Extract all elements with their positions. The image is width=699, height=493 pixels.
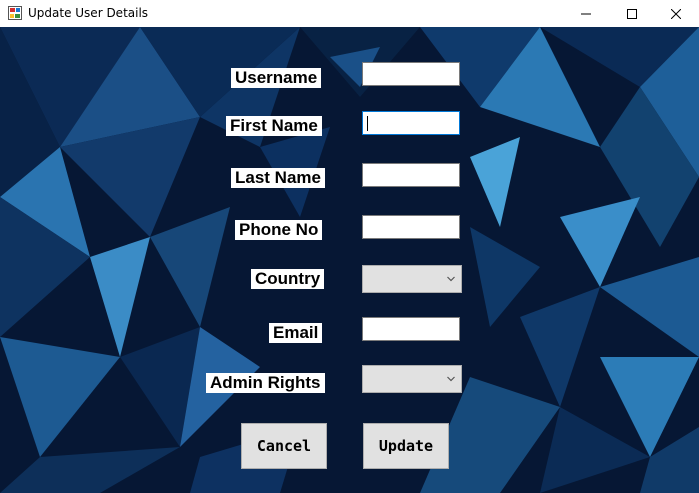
username-label: Username: [231, 68, 322, 88]
title-bar: Update User Details: [0, 0, 699, 27]
country-label: Country: [251, 269, 325, 289]
minimize-icon: [581, 13, 591, 14]
admin-rights-label: Admin Rights: [206, 373, 325, 393]
form-client-area: Username First Name Last Name Phone No C…: [0, 27, 699, 493]
username-input[interactable]: [362, 62, 460, 86]
chevron-down-icon: [447, 276, 455, 282]
phone-label: Phone No: [235, 220, 323, 240]
close-icon: [671, 8, 681, 19]
email-input[interactable]: [362, 317, 460, 341]
maximize-icon: [627, 8, 637, 19]
phone-input[interactable]: [362, 215, 460, 239]
polygon-background: [0, 27, 699, 493]
chevron-down-icon: [447, 376, 455, 382]
minimize-button[interactable]: [563, 0, 609, 27]
app-form-icon: [8, 6, 22, 20]
first-name-input[interactable]: [362, 111, 460, 135]
country-select[interactable]: [362, 265, 462, 293]
last-name-input[interactable]: [362, 163, 460, 187]
cancel-button[interactable]: Cancel: [241, 423, 327, 469]
email-label: Email: [269, 323, 323, 343]
update-button[interactable]: Update: [363, 423, 449, 469]
text-caret: [367, 116, 368, 131]
admin-rights-select[interactable]: [362, 365, 462, 393]
close-button[interactable]: [653, 0, 699, 27]
first-name-label: First Name: [226, 116, 322, 136]
window-title: Update User Details: [28, 6, 149, 20]
maximize-button[interactable]: [609, 0, 655, 27]
last-name-label: Last Name: [231, 168, 325, 188]
